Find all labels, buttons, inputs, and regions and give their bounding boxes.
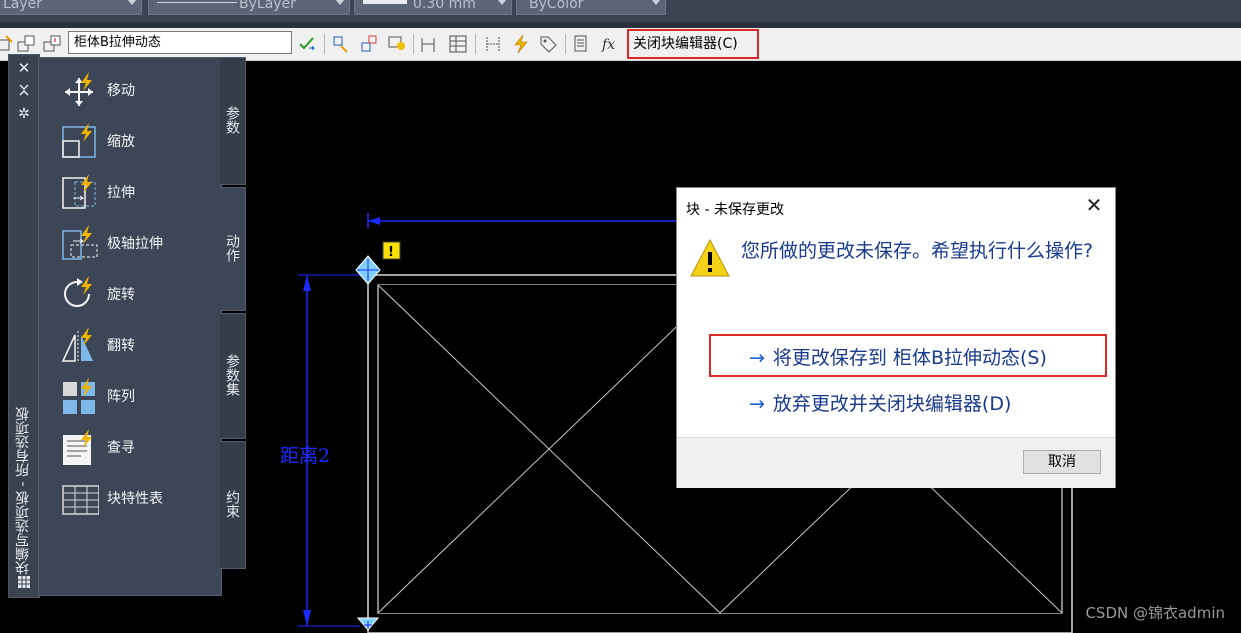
tab-label: 动作 [224,234,240,262]
tag-icon[interactable] [538,34,558,54]
chevron-down-icon [651,0,661,5]
toolbar-divider [475,34,476,54]
visibility-icon[interactable] [419,34,439,54]
lineweight-preview [363,0,407,4]
parameter-manager-icon[interactable] [572,34,592,54]
layer-dropdown[interactable]: Layer [0,0,142,15]
geometric-constraint-icon[interactable] [483,34,503,54]
action-lightning-icon[interactable] [511,34,531,54]
tool-label: 查寻 [107,440,135,456]
flip-icon [61,327,93,363]
collapse-icon[interactable] [17,83,31,97]
palette-panel: 移动 缩放 拉伸 极轴拉伸 旋转 翻转 阵列 查寻 块特性表 [38,57,222,596]
linetype-preview [157,2,237,3]
palette-rail: ✕ ✲ 块编写选项板 - 所有选项板 [8,54,40,598]
move-icon [65,72,93,106]
chevron-down-icon [497,0,507,5]
watermark-text: CSDN @锦衣admin [1085,604,1225,622]
dialog-title: 块 - 未保存更改 [686,202,784,218]
tool-array[interactable]: 阵列 [39,370,221,420]
dialog-footer: 取消 [677,437,1115,488]
save-block-as-icon[interactable] [42,34,62,54]
svg-text:!: ! [388,245,394,260]
block-table-icon[interactable] [448,34,468,54]
tool-polar-stretch[interactable]: 极轴拉伸 [39,217,221,267]
tab-parameter-sets[interactable]: 参数集 [220,313,246,439]
tool-label: 块特性表 [107,491,163,507]
edit-block-icon[interactable] [0,34,16,54]
rotate-icon [64,276,92,307]
dialog-message: 您所做的更改未保存。希望执行什么操作? [741,240,1094,262]
tool-scale[interactable]: 缩放 [39,115,221,165]
scale-icon [62,123,96,158]
color-dropdown[interactable]: ByColor [516,0,666,15]
svg-text:fx: fx [601,37,615,53]
properties-bar: Layer ByLayer 0.30 mm ByColor [0,0,1241,22]
tool-label: 缩放 [107,134,135,150]
tab-label: 参数 [224,106,240,134]
tool-label: 翻转 [107,338,135,354]
tool-label: 阵列 [107,389,135,405]
tool-label: 极轴拉伸 [107,236,163,252]
tool-label: 拉伸 [107,185,135,201]
lineweight-dropdown[interactable]: 0.30 mm [354,0,512,15]
block-name-field[interactable]: 柜体B拉伸动态 [68,31,292,54]
stretch-icon [62,174,96,209]
tool-block-properties-table[interactable]: 块特性表 [39,472,221,522]
close-icon[interactable]: ✕ [1085,195,1103,215]
tool-label: 移动 [107,83,135,99]
arrow-right-icon: → [749,347,765,369]
cancel-button[interactable]: 取消 [1023,450,1101,474]
toolbar-divider [413,34,414,54]
palette-grid-icon[interactable] [17,575,31,589]
discard-changes-option[interactable]: → 放弃更改并关闭块编辑器(D) [749,389,1011,416]
color-value: ByColor [529,0,584,12]
test-block-icon[interactable] [297,34,317,54]
arrow-right-icon: → [749,393,765,415]
tab-label: 参数集 [224,354,240,396]
function-fx-icon[interactable]: fx [600,34,620,54]
tab-label: 约束 [224,490,240,518]
dimension-label: 距离2 [280,445,331,467]
tab-actions[interactable]: 动作 [220,187,246,311]
toolbar-divider [324,34,325,54]
tool-rotate[interactable]: 旋转 [39,268,221,318]
point-parameter-icon[interactable] [359,34,379,54]
palette-title: 块编写选项板 - 所有选项板 [15,407,31,575]
tab-constraints[interactable]: 约束 [220,441,246,569]
linetype-value: ByLayer [239,0,296,12]
option-label: 放弃更改并关闭块编辑器(D) [772,393,1012,415]
toolbar-divider [565,34,566,54]
tool-lookup[interactable]: 查寻 [39,421,221,471]
linetype-dropdown[interactable]: ByLayer [148,0,350,15]
unsaved-changes-dialog: 块 - 未保存更改 ✕ 您所做的更改未保存。希望执行什么操作? → 将更改保存到 … [676,187,1116,488]
save-block-icon[interactable] [16,34,36,54]
lineweight-value: 0.30 mm [413,0,476,12]
parameter-icon[interactable] [331,34,351,54]
tool-flip[interactable]: 翻转 [39,319,221,369]
close-icon[interactable]: ✕ [17,61,31,76]
tool-stretch[interactable]: 拉伸 [39,166,221,216]
array-icon [63,378,95,414]
save-changes-option[interactable]: → 将更改保存到 柜体B拉伸动态(S) [749,343,1047,370]
table-icon [62,485,99,515]
warning-icon [690,238,730,277]
lookup-icon [63,429,92,465]
chevron-down-icon [127,0,137,5]
attribute-icon[interactable] [387,34,407,54]
tab-parameters[interactable]: 参数 [220,57,246,185]
tool-move[interactable]: 移动 [39,64,221,114]
polar-stretch-icon [62,225,98,260]
tool-label: 旋转 [107,287,135,303]
layer-value: Layer [3,0,43,12]
gear-icon[interactable]: ✲ [17,107,31,121]
chevron-down-icon [335,0,345,5]
close-block-editor-button[interactable]: 关闭块编辑器(C) [627,29,759,59]
option-label: 将更改保存到 柜体B拉伸动态(S) [772,347,1047,369]
